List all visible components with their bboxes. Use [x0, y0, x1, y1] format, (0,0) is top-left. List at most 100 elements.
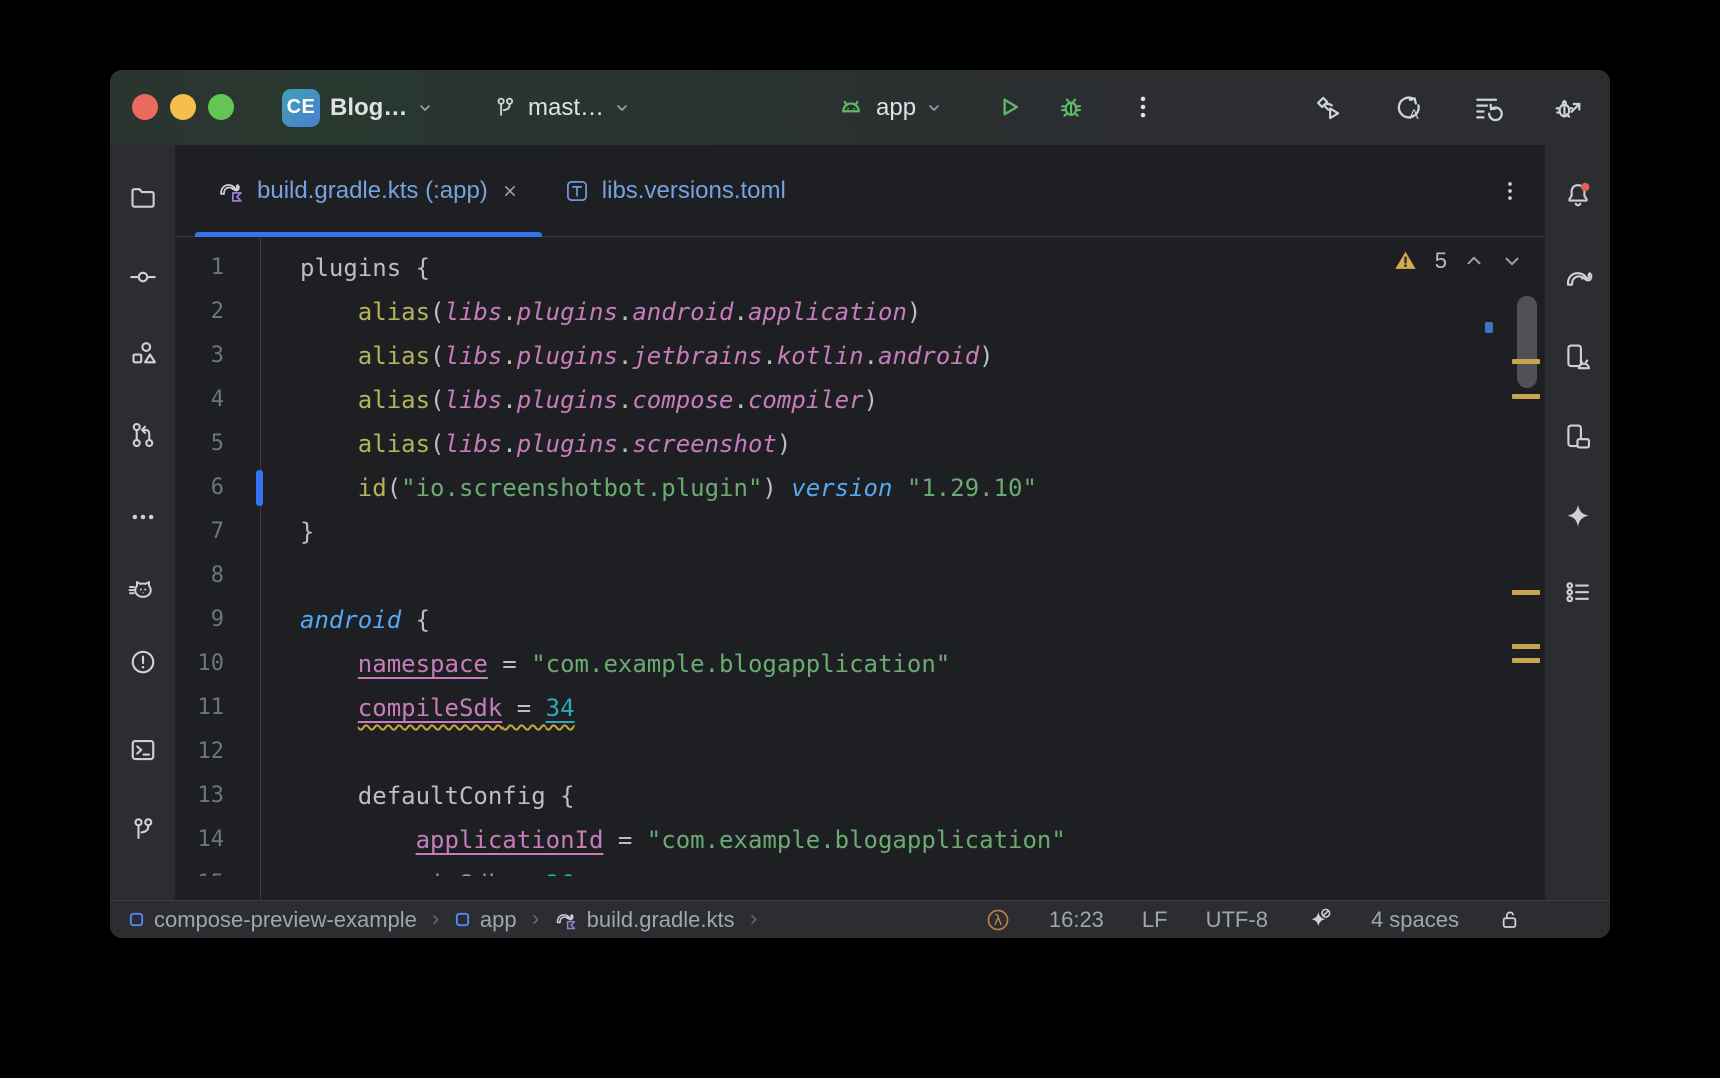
pull-requests-icon[interactable]	[128, 420, 158, 450]
svg-text:A: A	[1409, 106, 1419, 122]
stripe-warning-mark[interactable]	[1512, 359, 1540, 364]
line-number[interactable]: 15	[175, 862, 260, 876]
ai-assistant-off-icon[interactable]	[1306, 906, 1333, 933]
breadcrumb-project[interactable]: compose-preview-example	[128, 907, 417, 933]
structure-list-icon[interactable]	[1562, 577, 1594, 609]
version-control-icon[interactable]	[128, 815, 158, 845]
bug-icon	[1056, 92, 1086, 122]
line-number[interactable]: 10	[175, 642, 260, 686]
attach-debugger-icon[interactable]	[1552, 92, 1584, 124]
code-line[interactable]: 11 compileSdk = 34	[175, 686, 1511, 730]
encoding-widget[interactable]: UTF-8	[1206, 907, 1268, 933]
code-line[interactable]: 10 namespace = "com.example.blogapplicat…	[175, 642, 1511, 686]
more-tool-windows-icon[interactable]	[128, 502, 158, 532]
run-configuration-widget[interactable]: app	[836, 70, 942, 145]
code-line[interactable]: 7}	[175, 510, 1511, 554]
indent-widget[interactable]: 4 spaces	[1371, 907, 1459, 933]
scrollbar-thumb[interactable]	[1517, 296, 1537, 388]
git-branch-icon	[492, 95, 518, 121]
terminal-icon[interactable]	[128, 735, 158, 765]
breadcrumb-module[interactable]: app	[454, 907, 517, 933]
gemini-star-icon[interactable]	[1562, 501, 1594, 533]
branch-name: mast…	[528, 94, 604, 122]
line-number[interactable]: 13	[175, 774, 260, 818]
code-line[interactable]: 12	[175, 730, 1511, 774]
debug-button[interactable]	[1056, 92, 1086, 122]
notifications-icon[interactable]	[1562, 179, 1594, 211]
titlebar-right-actions: A	[1312, 70, 1584, 145]
build-and-run-icon[interactable]	[1312, 92, 1344, 124]
line-number[interactable]: 7	[175, 510, 260, 554]
unlock-icon[interactable]	[1497, 907, 1522, 932]
stripe-warning-mark[interactable]	[1512, 644, 1540, 649]
close-window-button[interactable]	[132, 94, 158, 120]
code-text: android {	[260, 598, 430, 642]
status-bar: compose-preview-example app build.gradle…	[110, 900, 1610, 938]
project-widget[interactable]: CE Blog…	[282, 70, 433, 145]
tab-list-kebab-icon[interactable]	[1497, 178, 1523, 204]
stripe-warning-mark[interactable]	[1512, 658, 1540, 663]
commit-icon[interactable]	[128, 262, 158, 292]
problems-icon[interactable]	[128, 647, 158, 677]
left-tool-strip	[110, 145, 176, 900]
status-widgets: λ 16:23 LF UTF-8 4 spaces	[985, 906, 1522, 933]
stripe-warning-mark[interactable]	[1512, 590, 1540, 595]
device-manager-icon[interactable]	[1562, 341, 1594, 373]
apply-code-changes-icon[interactable]: A	[1392, 92, 1424, 124]
line-number[interactable]: 9	[175, 598, 260, 642]
line-number[interactable]: 6	[175, 466, 260, 510]
tab-libs-versions-toml[interactable]: libs.versions.toml	[542, 145, 808, 236]
lambda-icon[interactable]: λ	[985, 907, 1011, 933]
line-number[interactable]: 5	[175, 422, 260, 466]
code-line[interactable]: 1plugins {	[175, 246, 1511, 290]
code-line[interactable]: 15 minSdk = 26	[175, 862, 1511, 876]
chevron-right-icon	[529, 913, 542, 926]
sync-gradle-icon[interactable]	[1472, 92, 1504, 124]
caret-position-widget[interactable]: 16:23	[1049, 907, 1104, 933]
code-text: minSdk = 26	[260, 862, 575, 876]
titlebar: CE Blog… mast… app A	[110, 70, 1610, 146]
line-separator-widget[interactable]: LF	[1142, 907, 1168, 933]
gradle-icon[interactable]	[1562, 262, 1594, 294]
breadcrumb-file[interactable]: build.gradle.kts	[554, 907, 735, 933]
window-controls	[132, 94, 234, 120]
project-icon: CE	[282, 89, 320, 127]
code-line[interactable]: 13 defaultConfig {	[175, 774, 1511, 818]
code-line[interactable]: 6 id("io.screenshotbot.plugin") version …	[175, 466, 1511, 510]
code-viewport[interactable]: 1plugins {2 alias(libs.plugins.android.a…	[175, 244, 1511, 876]
minimize-window-button[interactable]	[170, 94, 196, 120]
code-line[interactable]: 8	[175, 554, 1511, 598]
editor-tab-bar: build.gradle.kts (:app) libs.versions.to…	[175, 145, 1545, 237]
stripe-warning-mark[interactable]	[1512, 394, 1540, 399]
code-line[interactable]: 5 alias(libs.plugins.screenshot)	[175, 422, 1511, 466]
line-number[interactable]: 8	[175, 554, 260, 598]
line-number[interactable]: 3	[175, 334, 260, 378]
desktop: { "titlebar": { "project_badge": "CE", "…	[0, 0, 1720, 1078]
running-devices-icon[interactable]	[1562, 421, 1594, 453]
zoom-window-button[interactable]	[208, 94, 234, 120]
code-line[interactable]: 3 alias(libs.plugins.jetbrains.kotlin.an…	[175, 334, 1511, 378]
vcs-branch-widget[interactable]: mast…	[492, 70, 630, 145]
structure-icon[interactable]	[128, 338, 158, 368]
code-text: alias(libs.plugins.android.application)	[260, 290, 921, 334]
line-number[interactable]: 11	[175, 686, 260, 730]
scrollbar-vcs-mark[interactable]	[1485, 322, 1493, 333]
line-number[interactable]: 4	[175, 378, 260, 422]
line-number[interactable]: 12	[175, 730, 260, 774]
gradle-kotlin-file-icon	[554, 908, 578, 932]
line-number[interactable]: 14	[175, 818, 260, 862]
line-number[interactable]: 1	[175, 246, 260, 290]
module-icon	[128, 911, 145, 928]
code-line[interactable]: 14 applicationId = "com.example.blogappl…	[175, 818, 1511, 862]
code-line[interactable]: 9android {	[175, 598, 1511, 642]
more-actions-kebab-icon[interactable]	[1128, 92, 1158, 122]
code-line[interactable]: 2 alias(libs.plugins.android.application…	[175, 290, 1511, 334]
close-tab-icon[interactable]	[500, 181, 520, 201]
run-button[interactable]	[994, 92, 1024, 122]
editor-area: build.gradle.kts (:app) libs.versions.to…	[175, 145, 1545, 900]
line-number[interactable]: 2	[175, 290, 260, 334]
project-folder-icon[interactable]	[128, 183, 158, 213]
code-line[interactable]: 4 alias(libs.plugins.compose.compiler)	[175, 378, 1511, 422]
dashing-cat-icon[interactable]	[128, 575, 158, 605]
tab-build-gradle-kts[interactable]: build.gradle.kts (:app)	[195, 145, 542, 236]
